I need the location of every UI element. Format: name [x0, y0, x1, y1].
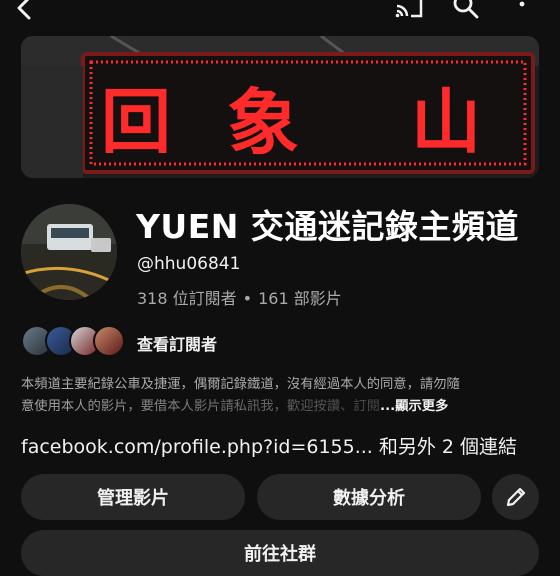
description-line-2: 意使用本人的影片，要借本人影片請私訊我，歡迎按讚、訂閱...顯示更多: [21, 396, 541, 418]
led-sign-image: 回 象 山: [21, 36, 539, 178]
channel-avatar[interactable]: [21, 204, 117, 300]
view-subscribers-row[interactable]: 查看訂閱者: [21, 324, 321, 358]
description-line-2-text: 意使用本人的影片，要借本人影片請私訊我，歡迎按讚、訂閱: [21, 399, 381, 414]
show-more-link[interactable]: ...顯示更多: [380, 399, 448, 414]
cast-icon[interactable]: [394, 0, 424, 20]
analytics-button[interactable]: 數據分析: [257, 474, 481, 520]
description-line-1: 本頻道主要紀錄公車及捷運，偶爾記錄鐵道，沒有經過本人的同意，請勿隨: [21, 377, 460, 392]
led-char-3: 山: [411, 81, 481, 163]
bus-photo-image: [21, 204, 117, 300]
more-links-label[interactable]: 和另外 2 個連結: [373, 436, 517, 458]
led-char-2: 象: [227, 81, 299, 165]
channel-links[interactable]: facebook.com/profile.php?id=6155... 和另外 …: [21, 432, 517, 459]
facebook-link[interactable]: facebook.com/profile.php?id=6155...: [21, 436, 373, 458]
channel-banner: 回 象 山: [21, 36, 539, 178]
manage-videos-button[interactable]: 管理影片: [21, 474, 245, 520]
subscriber-avatar: [93, 325, 125, 357]
subscriber-count: 318 位訂閱者: [137, 289, 237, 308]
more-vertical-icon[interactable]: [512, 0, 532, 18]
subscriber-avatars: [21, 324, 125, 358]
go-to-community-button[interactable]: 前往社群: [21, 530, 539, 576]
community-label: 前往社群: [244, 544, 316, 565]
chevron-left-icon[interactable]: [12, 0, 38, 22]
led-char-1: 回: [101, 81, 171, 163]
search-icon[interactable]: [452, 0, 480, 20]
analytics-label: 數據分析: [333, 488, 405, 509]
channel-stats: 318 位訂閱者 • 161 部影片: [137, 285, 342, 309]
top-bar: [0, 0, 560, 26]
edit-channel-button[interactable]: [492, 474, 539, 520]
pencil-icon: [506, 487, 525, 507]
channel-description[interactable]: 本頻道主要紀錄公車及捷運，偶爾記錄鐵道，沒有經過本人的同意，請勿隨 意使用本人的…: [21, 374, 541, 418]
channel-title: YUEN 交通迷記錄主頻道: [136, 207, 519, 246]
stats-separator: •: [242, 289, 253, 308]
video-count: 161 部影片: [258, 289, 342, 308]
channel-handle: @hhu06841: [137, 254, 241, 274]
manage-videos-label: 管理影片: [97, 488, 169, 509]
view-subscribers-label[interactable]: 查看訂閱者: [137, 331, 217, 355]
